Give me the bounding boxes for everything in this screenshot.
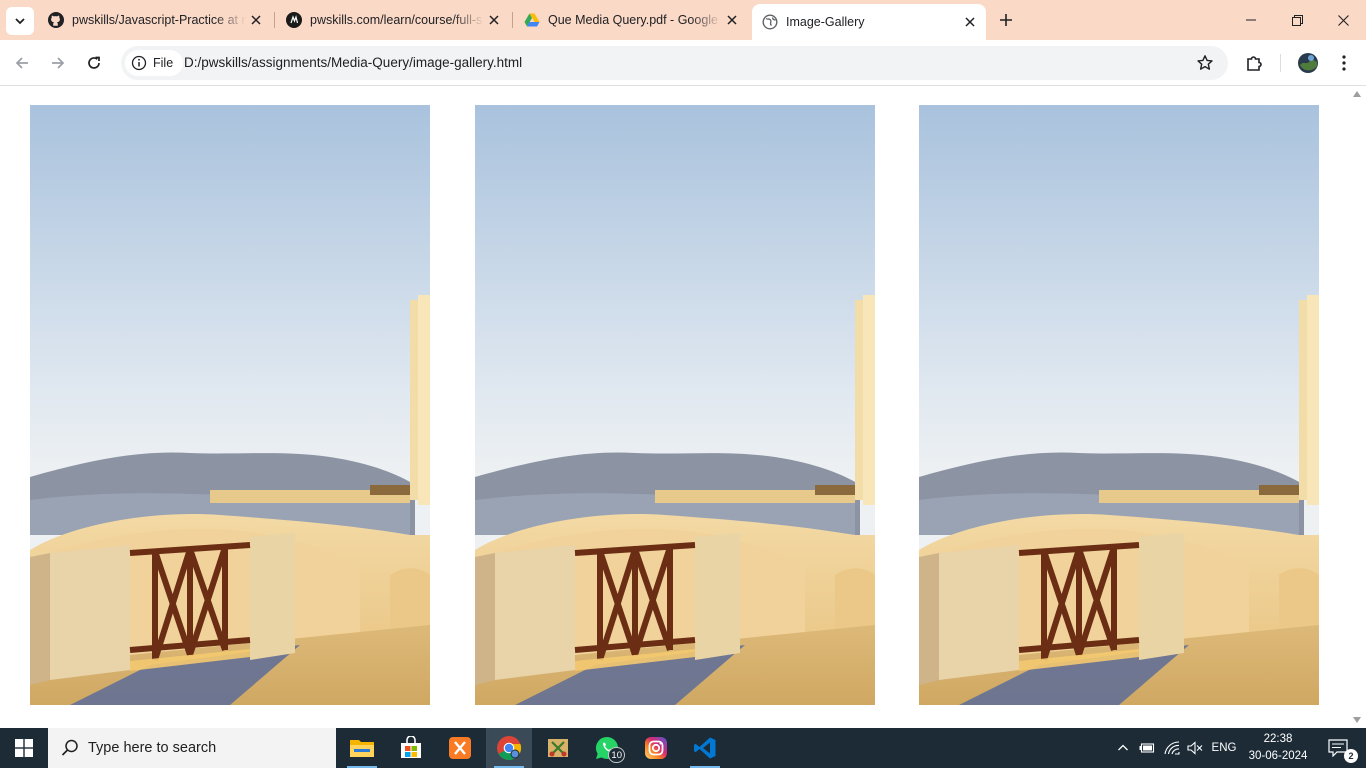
gallery-image bbox=[919, 105, 1319, 705]
vscode-button[interactable] bbox=[682, 728, 728, 768]
clock[interactable]: 22:38 30-06-2024 bbox=[1244, 731, 1312, 765]
new-tab-button[interactable] bbox=[994, 8, 1018, 32]
whatsapp-button[interactable]: 10 bbox=[584, 728, 630, 768]
windows-logo-icon bbox=[15, 739, 33, 757]
volume-muted-icon bbox=[1187, 741, 1203, 755]
taskbar-search-box[interactable]: Type here to search bbox=[48, 728, 336, 768]
tab-search-button[interactable] bbox=[6, 7, 34, 35]
windows-taskbar: Type here to search 10 ENG 22:38 30-06-2… bbox=[0, 728, 1366, 768]
search-icon bbox=[61, 739, 78, 756]
tab-title: pwskills.com/learn/course/full-s bbox=[310, 13, 483, 27]
arrow-left-icon bbox=[15, 57, 28, 69]
minimize-button[interactable] bbox=[1228, 0, 1274, 40]
snipping-tool-icon bbox=[548, 739, 568, 757]
reload-icon bbox=[88, 56, 100, 69]
volume-button[interactable] bbox=[1184, 728, 1206, 768]
arrow-right-icon bbox=[52, 57, 65, 69]
pwskills-icon bbox=[286, 12, 302, 28]
input-language-button[interactable]: ENG bbox=[1206, 728, 1242, 768]
snipping-tool-button[interactable] bbox=[535, 728, 581, 768]
minimize-icon bbox=[1246, 19, 1256, 21]
avatar-icon bbox=[1298, 53, 1318, 73]
site-info-chip[interactable]: File bbox=[125, 50, 184, 76]
tab-title: Image-Gallery bbox=[786, 15, 865, 29]
battery-button[interactable] bbox=[1136, 728, 1158, 768]
close-icon[interactable] bbox=[484, 10, 504, 30]
reload-button[interactable] bbox=[80, 49, 108, 77]
microsoft-store-icon bbox=[401, 736, 421, 758]
browser-menu-button[interactable] bbox=[1332, 51, 1356, 75]
page-viewport bbox=[0, 87, 1349, 728]
info-icon bbox=[131, 55, 147, 71]
close-window-button[interactable] bbox=[1320, 0, 1366, 40]
chrome-icon bbox=[497, 736, 522, 761]
notification-center-button[interactable]: 2 bbox=[1316, 728, 1360, 768]
notification-count-badge: 2 bbox=[1344, 749, 1358, 763]
santorini-balcony-photo bbox=[475, 105, 875, 705]
close-icon[interactable] bbox=[246, 10, 266, 30]
file-explorer-button[interactable] bbox=[339, 728, 385, 768]
tab-title: Que Media Query.pdf - Google bbox=[548, 13, 718, 27]
language-indicator: ENG bbox=[1211, 742, 1237, 754]
plus-icon bbox=[1000, 14, 1012, 26]
gallery-image bbox=[475, 105, 875, 705]
tab-title: pwskills/Javascript-Practice at m bbox=[72, 13, 246, 27]
puzzle-icon bbox=[1247, 56, 1262, 71]
github-icon bbox=[48, 12, 64, 28]
show-hidden-icons-button[interactable] bbox=[1112, 728, 1134, 768]
scheme-label: File bbox=[153, 56, 174, 70]
whatsapp-unread-badge: 10 bbox=[608, 747, 625, 763]
gallery-image bbox=[30, 105, 430, 705]
search-placeholder: Type here to search bbox=[88, 740, 217, 756]
bookmark-star-icon[interactable] bbox=[1196, 54, 1214, 72]
page-scrollbar[interactable] bbox=[1349, 87, 1366, 728]
url-text[interactable]: D:/pwskills/assignments/Media-Query/imag… bbox=[184, 55, 522, 70]
browser-toolbar: File D:/pwskills/assignments/Media-Query… bbox=[0, 40, 1366, 86]
kebab-menu-icon bbox=[1342, 55, 1346, 71]
file-explorer-icon bbox=[350, 740, 374, 757]
google-drive-icon bbox=[524, 12, 540, 28]
start-button[interactable] bbox=[0, 728, 48, 768]
network-button[interactable] bbox=[1160, 728, 1184, 768]
santorini-balcony-photo bbox=[30, 105, 430, 705]
tab-strip: pwskills/Javascript-Practice at m pwskil… bbox=[0, 0, 1366, 40]
extensions-button[interactable] bbox=[1242, 51, 1266, 75]
tab-separator bbox=[274, 12, 275, 28]
scroll-up-arrow-icon[interactable] bbox=[1353, 91, 1361, 97]
clock-time: 22:38 bbox=[1263, 733, 1293, 745]
toolbar-divider bbox=[1280, 54, 1281, 72]
wifi-icon bbox=[1164, 741, 1180, 755]
tab-image-gallery[interactable]: Image-Gallery bbox=[752, 4, 986, 40]
tab-pwskills[interactable]: pwskills.com/learn/course/full-s bbox=[276, 4, 510, 36]
tab-separator bbox=[512, 12, 513, 28]
tab-github[interactable]: pwskills/Javascript-Practice at m bbox=[38, 4, 272, 36]
scroll-down-arrow-icon[interactable] bbox=[1353, 717, 1361, 723]
chrome-button[interactable] bbox=[486, 728, 532, 768]
restore-button[interactable] bbox=[1274, 0, 1320, 40]
clock-date: 30-06-2024 bbox=[1248, 750, 1308, 762]
profile-avatar[interactable] bbox=[1296, 51, 1320, 75]
address-bar[interactable]: File D:/pwskills/assignments/Media-Query… bbox=[121, 46, 1228, 80]
xampp-button[interactable] bbox=[437, 728, 483, 768]
globe-icon bbox=[762, 14, 778, 30]
restore-icon bbox=[1291, 14, 1303, 26]
chevron-down-icon bbox=[15, 18, 25, 25]
close-icon[interactable] bbox=[722, 10, 742, 30]
close-icon[interactable] bbox=[960, 12, 980, 32]
close-icon bbox=[1337, 14, 1349, 26]
microsoft-store-button[interactable] bbox=[388, 728, 434, 768]
santorini-balcony-photo bbox=[919, 105, 1319, 705]
instagram-icon bbox=[645, 737, 667, 759]
back-button[interactable] bbox=[8, 49, 36, 77]
vscode-icon bbox=[694, 737, 716, 759]
instagram-button[interactable] bbox=[633, 728, 679, 768]
xampp-icon bbox=[449, 737, 471, 759]
battery-icon bbox=[1139, 743, 1155, 753]
forward-button[interactable] bbox=[44, 49, 72, 77]
chevron-up-icon bbox=[1118, 744, 1128, 751]
tab-google-drive[interactable]: Que Media Query.pdf - Google bbox=[514, 4, 748, 36]
